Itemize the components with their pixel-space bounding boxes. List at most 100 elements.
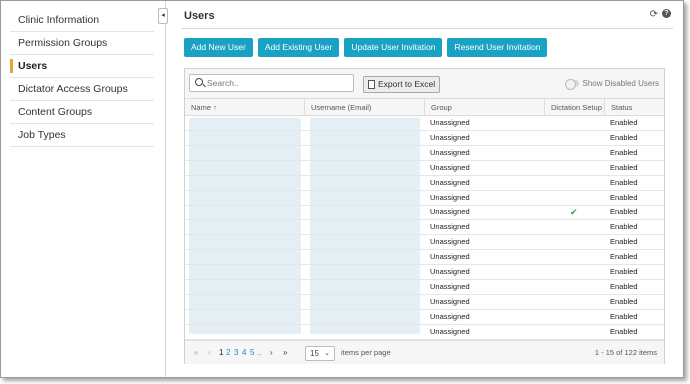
status-cell: Enabled — [610, 207, 638, 217]
more-pages-button[interactable]: .. — [257, 348, 261, 358]
table-row[interactable]: Unassigned Enabled — [185, 325, 664, 340]
group-cell: Unassigned — [430, 207, 470, 217]
sidebar: Clinic Information Permission Groups Use… — [1, 1, 166, 377]
sort-ascending-icon: ↑ — [213, 103, 217, 112]
sidebar-item-content-groups[interactable]: Content Groups — [10, 101, 154, 124]
document-icon — [368, 80, 375, 89]
table-row[interactable]: Unassigned Enabled — [185, 131, 664, 146]
column-header-name[interactable]: Name ↑ — [185, 99, 304, 116]
header-icons: ⟳ ? — [650, 9, 671, 20]
status-cell: Enabled — [610, 147, 638, 157]
table-row[interactable]: Unassigned Enabled — [185, 146, 664, 161]
chevron-left-icon: ◂ — [161, 12, 165, 19]
export-to-excel-button[interactable]: Export to Excel — [363, 76, 441, 93]
group-cell: Unassigned — [430, 132, 470, 142]
table-body: Unassigned Enabled Unassigned Enabled Unassi… — [185, 116, 664, 340]
items-per-page-label: items per page — [341, 348, 391, 357]
column-header-status[interactable]: Status — [604, 99, 666, 116]
sidebar-item-permission-groups[interactable]: Permission Groups — [10, 32, 154, 55]
column-header-group[interactable]: Group — [424, 99, 544, 116]
status-cell: Enabled — [610, 296, 638, 306]
page-3-button[interactable]: 3 — [234, 348, 238, 358]
group-cell: Unassigned — [430, 177, 470, 187]
checkmark-icon: ✔ — [570, 207, 578, 218]
title-divider — [181, 28, 673, 29]
column-header-username[interactable]: Username (Email) — [304, 99, 424, 116]
group-cell: Unassigned — [430, 192, 470, 202]
sidebar-item-dictator-access-groups[interactable]: Dictator Access Groups — [10, 78, 154, 101]
group-cell: Unassigned — [430, 311, 470, 321]
sidebar-item-label: Permission Groups — [18, 37, 108, 49]
last-page-button[interactable]: » — [283, 348, 287, 358]
table-row[interactable]: Unassigned ✔ Enabled — [185, 205, 664, 221]
main-content: Users ⟳ ? Add New User Add Existing User… — [167, 1, 683, 377]
sidebar-item-label: Users — [18, 60, 48, 72]
column-label: Name — [191, 103, 212, 112]
table-row[interactable]: Unassigned Enabled — [185, 310, 664, 325]
page-size-select[interactable]: 15 ⌄ — [305, 346, 335, 361]
status-cell: Enabled — [610, 267, 638, 276]
update-user-invitation-button[interactable]: Update User Invitation — [344, 38, 443, 57]
next-page-button[interactable]: › — [270, 348, 273, 358]
status-cell: Enabled — [610, 192, 638, 202]
column-header-dictation-setup[interactable]: Dictation Setup — [544, 99, 604, 116]
search-icon — [195, 78, 203, 86]
search-input[interactable]: Search.. — [189, 74, 354, 92]
show-disabled-users: Show Disabled Users — [564, 79, 659, 90]
table-row[interactable]: Unassigned Enabled — [185, 220, 664, 236]
table-header: Name ↑ Username (Email) Group Dictation … — [185, 98, 664, 116]
group-cell: Unassigned — [430, 296, 470, 306]
grid-toolbar: Search.. Export to Excel Show Disabled U… — [185, 69, 664, 98]
table-row[interactable]: Unassigned Enabled — [185, 161, 664, 176]
sidebar-item-label: Job Types — [18, 129, 66, 141]
search-placeholder: Search.. — [207, 78, 239, 88]
table-row[interactable]: Unassigned Enabled — [185, 250, 664, 266]
page-5-button[interactable]: 5 — [250, 348, 254, 358]
table-row[interactable]: Unassigned Enabled — [185, 235, 664, 251]
sidebar-item-label: Clinic Information — [18, 14, 100, 26]
status-cell: Enabled — [610, 326, 638, 336]
page-4-button[interactable]: 4 — [242, 348, 246, 358]
status-cell: Enabled — [610, 237, 638, 247]
action-buttons: Add New User Add Existing User Update Us… — [184, 38, 548, 57]
group-cell: Unassigned — [430, 147, 470, 157]
group-cell: Unassigned — [430, 281, 470, 291]
collapse-sidebar-button[interactable]: ◂ — [158, 8, 168, 24]
first-page-button[interactable]: « — [194, 348, 198, 358]
group-cell: Unassigned — [430, 267, 470, 276]
app-frame: Clinic Information Permission Groups Use… — [0, 0, 684, 378]
status-cell: Enabled — [610, 281, 638, 291]
pagination: « ‹ 1 2 3 4 5 .. › » 15 ⌄ items per page… — [185, 340, 664, 364]
status-cell: Enabled — [610, 252, 638, 262]
users-grid: Search.. Export to Excel Show Disabled U… — [184, 68, 665, 364]
sidebar-item-job-types[interactable]: Job Types — [10, 124, 154, 147]
sidebar-item-users[interactable]: Users — [10, 55, 154, 78]
page-size-value: 15 — [310, 349, 319, 358]
table-row[interactable]: Unassigned Enabled — [185, 191, 664, 206]
status-cell: Enabled — [610, 222, 638, 232]
add-new-user-button[interactable]: Add New User — [184, 38, 253, 57]
export-label: Export to Excel — [378, 79, 436, 89]
refresh-icon[interactable]: ⟳ — [650, 9, 658, 20]
show-disabled-label: Show Disabled Users — [582, 79, 659, 88]
status-cell: Enabled — [610, 311, 638, 321]
table-row[interactable]: Unassigned Enabled — [185, 265, 664, 280]
page-2-button[interactable]: 2 — [226, 348, 230, 358]
show-disabled-toggle[interactable] — [564, 79, 579, 90]
table-row[interactable]: Unassigned Enabled — [185, 295, 664, 310]
status-cell: Enabled — [610, 118, 638, 127]
page-1-button[interactable]: 1 — [219, 348, 223, 358]
status-cell: Enabled — [610, 162, 638, 172]
group-cell: Unassigned — [430, 222, 470, 232]
table-row[interactable]: Unassigned Enabled — [185, 116, 664, 131]
status-cell: Enabled — [610, 132, 638, 142]
table-row[interactable]: Unassigned Enabled — [185, 176, 664, 191]
add-existing-user-button[interactable]: Add Existing User — [257, 38, 340, 57]
help-icon[interactable]: ? — [662, 9, 671, 18]
sidebar-item-clinic-information[interactable]: Clinic Information — [10, 9, 154, 32]
group-cell: Unassigned — [430, 237, 470, 247]
resend-user-invitation-button[interactable]: Resend User Invitation — [447, 38, 548, 57]
table-row[interactable]: Unassigned Enabled — [185, 280, 664, 295]
group-cell: Unassigned — [430, 326, 470, 336]
prev-page-button[interactable]: ‹ — [208, 348, 211, 358]
